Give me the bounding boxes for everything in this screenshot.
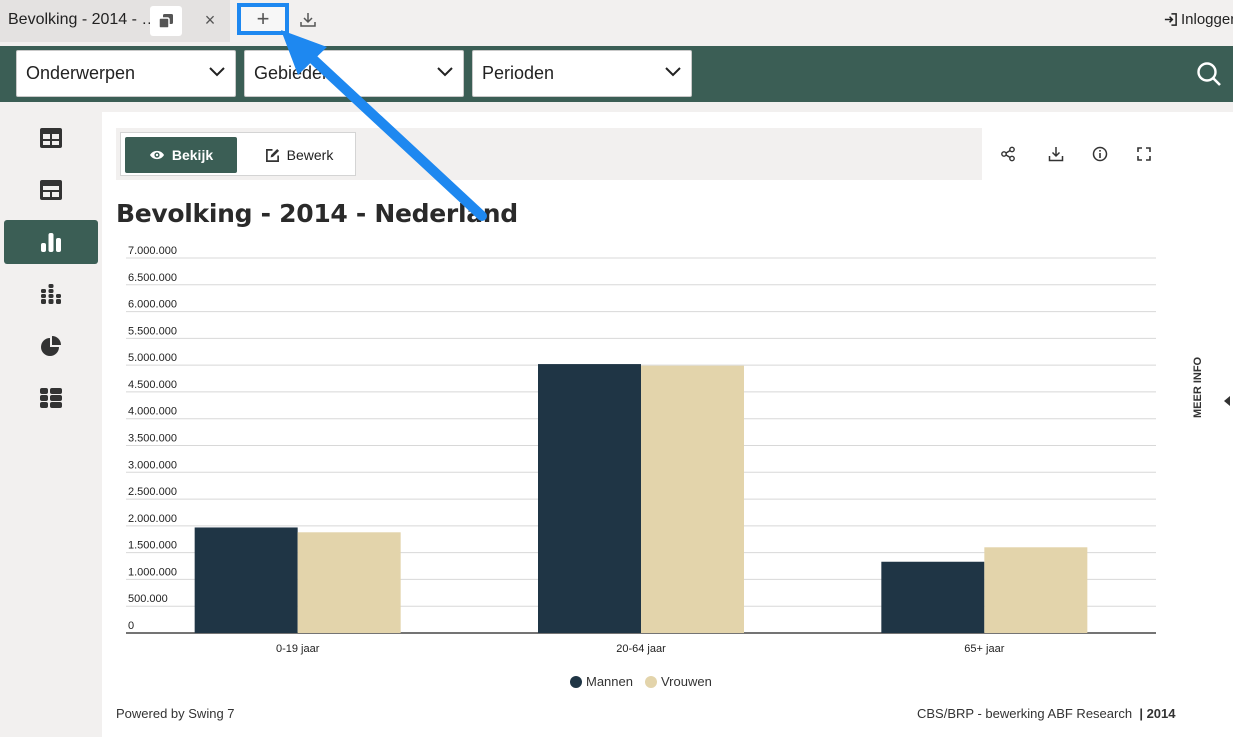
meer-info-tab[interactable]: MEER INFO xyxy=(1190,357,1230,420)
legend-label: Mannen xyxy=(586,674,633,689)
areas-label: Gebieden xyxy=(254,63,333,83)
table-icon xyxy=(40,128,62,148)
y-tick-label: 4.500.000 xyxy=(128,379,177,391)
sidebar-item-dashboard[interactable] xyxy=(4,168,98,212)
powered-by-label: Powered by Swing 7 xyxy=(116,706,235,721)
source-text: CBS/BRP - bewerking ABF Research xyxy=(917,706,1133,721)
add-tab-button[interactable]: + xyxy=(237,3,289,35)
sidebar-item-stacked-chart[interactable] xyxy=(4,272,98,316)
sidebar-item-list[interactable] xyxy=(4,376,98,420)
download-tab-icon[interactable] xyxy=(298,10,318,30)
sidebar xyxy=(0,112,102,737)
areas-dropdown[interactable]: Gebieden xyxy=(244,50,464,97)
source-year: 2014 xyxy=(1146,706,1176,721)
legend-item-mannen[interactable]: Mannen xyxy=(570,674,633,689)
y-tick-label: 5.000.000 xyxy=(128,352,177,364)
y-tick-label: 3.000.000 xyxy=(128,459,177,471)
login-icon xyxy=(1164,13,1177,26)
legend-item-vrouwen[interactable]: Vrouwen xyxy=(644,674,712,689)
duplicate-tab-button[interactable] xyxy=(150,6,182,36)
x-tick-label: 0-19 jaar xyxy=(276,643,320,655)
y-tick-label: 3.500.000 xyxy=(128,433,177,445)
list-icon xyxy=(40,388,62,408)
bar-mannen-2 xyxy=(881,561,985,633)
y-tick-label: 500.000 xyxy=(128,593,168,605)
search-icon[interactable] xyxy=(1196,61,1222,87)
bar-chart: 0 500.000 1.000.000 1.500.000 2.000.000 2.500… xyxy=(126,245,1156,655)
meer-info-label: MEER INFO xyxy=(1192,356,1204,418)
chevron-down-icon xyxy=(437,67,453,77)
bar-vrouwen-2 xyxy=(984,547,1088,633)
tab-bevolking[interactable]: Bevolking - 2014 - … × xyxy=(0,0,230,42)
source-label: CBS/BRP - bewerking ABF Research | 2014 xyxy=(917,706,1176,721)
plus-icon: + xyxy=(256,6,270,31)
x-tick-label: 20-64 jaar xyxy=(616,643,666,655)
duplicate-icon xyxy=(158,14,173,29)
y-tick-label: 1.000.000 xyxy=(128,566,177,578)
chevron-down-icon xyxy=(665,67,681,77)
chevron-down-icon xyxy=(209,67,225,77)
y-tick-label: 1.500.000 xyxy=(128,540,177,552)
y-tick-label: 2.000.000 xyxy=(128,513,177,525)
filter-bar: Onderwerpen Gebieden Perioden xyxy=(0,46,1233,102)
subjects-label: Onderwerpen xyxy=(26,63,136,83)
chart-legend: Mannen Vrouwen xyxy=(570,674,712,689)
bar-mannen-0 xyxy=(194,527,298,633)
bar-vrouwen-0 xyxy=(297,532,401,633)
sidebar-item-table[interactable] xyxy=(4,116,98,160)
tab-title: Bevolking - 2014 - … xyxy=(8,11,158,28)
bar-chart-icon xyxy=(41,233,61,252)
legend-swatch xyxy=(570,675,582,688)
y-tick-label: 7.000.000 xyxy=(128,245,177,257)
legend-swatch xyxy=(644,675,657,688)
y-tick-label: 6.000.000 xyxy=(128,299,177,311)
y-tick-label: 5.500.000 xyxy=(128,325,177,337)
dashboard-icon xyxy=(40,180,62,200)
pie-chart-icon xyxy=(41,336,61,356)
login-button[interactable]: Inloggen xyxy=(1163,11,1233,28)
legend-label: Vrouwen xyxy=(660,674,712,689)
sidebar-item-pie-chart[interactable] xyxy=(4,324,98,368)
tab-bar: Bevolking - 2014 - … × + Inloggen xyxy=(0,0,1233,42)
bar-vrouwen-1 xyxy=(641,365,744,633)
bar-mannen-1 xyxy=(538,364,641,633)
y-tick-label: 4.000.000 xyxy=(128,406,177,418)
subjects-dropdown[interactable]: Onderwerpen xyxy=(16,50,236,97)
y-tick-label: 2.500.000 xyxy=(128,486,177,498)
main-panel: Bekijk Bewerk Bevolking - 2014 - Nederla… xyxy=(102,112,1233,737)
y-tick-label: 0 xyxy=(128,620,134,632)
login-label: Inloggen xyxy=(1181,11,1233,28)
periods-label: Perioden xyxy=(482,63,555,83)
caret-left-icon xyxy=(1224,396,1230,406)
x-tick-label: 65+ jaar xyxy=(964,643,1004,655)
sidebar-item-bar-chart[interactable] xyxy=(4,220,98,264)
close-tab-button[interactable]: × xyxy=(200,9,220,31)
y-tick-label: 6.500.000 xyxy=(128,272,177,284)
periods-dropdown[interactable]: Perioden xyxy=(472,50,692,97)
stacked-chart-icon xyxy=(41,284,61,304)
